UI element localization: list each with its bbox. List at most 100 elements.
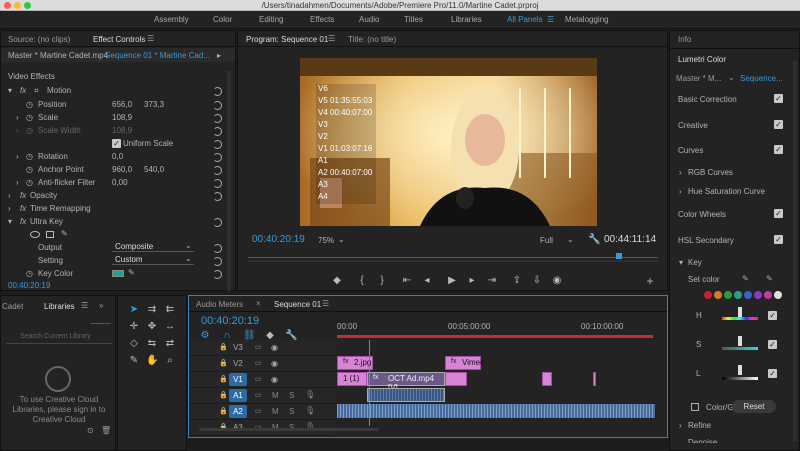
clip-v1-segment[interactable] [445,372,467,386]
step-forward-icon[interactable]: ▸ [466,275,478,287]
scale-reset-icon[interactable] [213,114,222,123]
key-color-stopwatch-icon[interactable]: ◷ [26,269,33,278]
track-target-label[interactable]: A2 [229,405,247,418]
ultra-key-fx-icon[interactable]: fx [20,217,26,226]
workspace-menu-icon[interactable]: ☰ [547,11,554,29]
hue-saturation-curve-label[interactable]: Hue Saturation Curve [688,187,765,196]
track-select-backward-icon[interactable]: ⇇ [164,304,176,316]
program-zoom-scroll[interactable] [248,260,658,262]
rgb-curves-expand-icon[interactable]: › [679,168,682,177]
setting-reset-icon[interactable] [213,257,222,266]
eye-icon[interactable]: ◉ [271,359,278,368]
audio-clip-a1[interactable] [367,388,445,402]
timeline-playhead[interactable] [369,340,370,426]
play-only-icon[interactable]: ▸ [217,51,221,60]
color-swatch[interactable] [744,291,752,299]
hsl-secondary-checkbox[interactable]: ✓ [774,235,783,244]
hand-tool-icon[interactable]: ✋ [146,355,158,367]
add-marker-icon[interactable]: ◆ [331,275,343,287]
track-target-label[interactable]: V2 [229,357,247,370]
track-target-label[interactable]: V3 [229,341,247,354]
clip-oct-ad[interactable]: fx OCT Ad.mp4 [V] [367,372,445,392]
output-dropdown[interactable]: Composite ⌄ [112,241,194,252]
lock-icon[interactable]: 🔒 [219,407,228,415]
lift-icon[interactable]: ⇪ [511,275,523,287]
position-x-value[interactable]: 656,0 [112,100,132,109]
audio-clip-a2[interactable] [337,404,655,418]
clip-1-1[interactable]: 1 (1) [337,372,367,386]
timeline-ruler[interactable]: 00:00 00:05:00:00 00:10:00:00 [337,316,653,338]
tab-effect-controls[interactable]: Effect Controls [93,35,145,44]
workspace-audio[interactable]: Audio [359,11,379,29]
microphone-icon[interactable]: 🎙 [305,406,315,415]
basic-correction-checkbox[interactable]: ✓ [774,94,783,103]
setting-dropdown[interactable]: Custom ⌄ [112,254,194,265]
opacity-expand-icon[interactable]: › [8,191,11,200]
wrench-icon[interactable]: 🔧 [588,234,600,245]
zoom-level-dropdown[interactable]: 75% [318,236,334,245]
cloud-sync-icon[interactable]: ⊙ [87,426,94,435]
clip-2-jpg[interactable]: fx 2.jpg [337,356,373,370]
ripple-edit-tool-icon[interactable]: ✛ [128,321,140,333]
mute-toggle[interactable]: M [272,391,279,400]
hue-range-slider[interactable] [722,317,758,320]
sync-lock-icon[interactable]: ▭ [255,407,262,415]
color-wheels-checkbox[interactable]: ✓ [774,209,783,218]
lumetri-master-label[interactable]: Master * M... [676,74,721,83]
go-to-out-icon[interactable]: ⇥ [486,275,498,287]
sequence-clip-label[interactable]: Sequence 01 * Martine Cad... [105,51,210,60]
ultra-key-reset-icon[interactable] [213,218,222,227]
anchor-stopwatch-icon[interactable]: ◷ [26,165,33,174]
panel-menu-icon[interactable]: ☰ [322,299,329,308]
tab-program[interactable]: Program: Sequence 01 [246,35,328,44]
color-swatch[interactable] [774,291,782,299]
effect-controls-scrollbar[interactable] [227,71,231,291]
eyedropper-icon[interactable]: ✎ [128,268,135,277]
hsl-secondary-label[interactable]: HSL Secondary [678,236,734,245]
lock-icon[interactable]: 🔒 [219,391,228,399]
slide-tool-icon[interactable]: ⇄ [164,338,176,350]
program-scrub-bar[interactable] [248,257,658,258]
mark-out-icon[interactable]: } [376,275,388,287]
button-editor-icon[interactable]: + [644,275,656,287]
program-playhead-timecode[interactable]: 00:40:20:19 [252,234,305,245]
eye-icon[interactable]: ◉ [271,343,278,352]
track-target-label[interactable]: A1 [229,389,247,402]
saturation-checkbox[interactable]: ✓ [768,340,777,349]
lock-icon[interactable]: 🔒 [219,359,228,367]
timeline-vertical-scrollbar[interactable] [649,336,661,426]
refine-expand-icon[interactable]: › [679,421,682,430]
timeline-horizontal-scrollbar[interactable] [199,428,379,431]
luminance-range-slider[interactable] [722,377,758,380]
anchor-y-value[interactable]: 540,0 [144,165,164,174]
fx-icon[interactable]: fx [20,86,26,95]
lock-icon[interactable]: 🔒 [219,343,228,351]
position-stopwatch-icon[interactable]: ◷ [26,100,33,109]
scale-value[interactable]: 108,9 [112,113,132,122]
tab-info[interactable]: Info [678,35,691,44]
transform-icon[interactable]: ⌗ [34,86,39,96]
lumetri-scrollbar[interactable] [793,61,797,441]
rgb-curves-label[interactable]: RGB Curves [688,168,733,177]
output-reset-icon[interactable] [213,244,222,253]
rate-stretch-tool-icon[interactable]: ↔ [164,321,176,333]
luminance-range-handle[interactable] [738,365,742,375]
pen-tool-icon[interactable]: ✎ [128,355,140,367]
library-search-field[interactable]: Search Current Library [6,331,112,344]
workspace-libraries[interactable]: Libraries [451,11,482,29]
time-remap-fx-icon[interactable]: fx [20,204,26,213]
timeline-timecode[interactable]: 00:40:20:19 [201,315,259,327]
eye-icon[interactable]: ◉ [271,375,278,384]
creative-label[interactable]: Creative [678,121,708,130]
key-label[interactable]: Key [688,258,702,267]
tab-lumetri-color[interactable]: Lumetri Color [678,55,726,64]
workspace-color[interactable]: Color [213,11,232,29]
lock-icon[interactable]: 🔒 [219,375,228,383]
color-swatch[interactable] [764,291,772,299]
solo-toggle[interactable]: S [289,407,294,416]
pen-mask-icon[interactable]: ✎ [61,229,68,238]
trash-icon[interactable]: 🗑 [101,426,111,435]
library-dropdown[interactable] [91,316,111,324]
key-color-reset-icon[interactable] [213,270,222,279]
set-color-eyedropper-icon[interactable]: ✎ [742,274,749,283]
